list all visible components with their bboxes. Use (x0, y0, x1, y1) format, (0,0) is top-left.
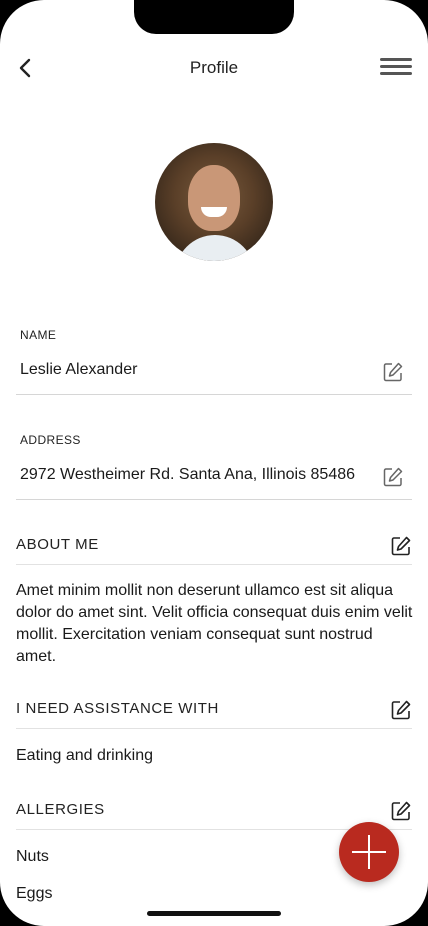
address-field[interactable]: ADDRESS 2972 Westheimer Rd. Santa Ana, I… (16, 425, 412, 500)
allergy-item: Nuts (16, 848, 49, 865)
edit-about-icon[interactable] (390, 535, 412, 557)
allergies-title: ALLERGIES (16, 801, 105, 818)
avatar[interactable] (155, 143, 273, 261)
hamburger-menu-icon (380, 58, 412, 61)
about-me-text: Amet minim mollit non deserunt ullamco e… (16, 582, 413, 665)
assistance-title: I NEED ASSISTANCE WITH (16, 700, 219, 717)
device-notch (134, 0, 294, 34)
menu-button[interactable] (380, 58, 412, 78)
assistance-item: Eating and drinking (16, 747, 153, 764)
phone-screen: Profile NAME Leslie Alexander ADDRESS 29… (0, 0, 428, 926)
name-value: Leslie Alexander (20, 361, 138, 378)
about-me-title: ABOUT ME (16, 536, 99, 553)
home-indicator (147, 911, 281, 916)
name-field[interactable]: NAME Leslie Alexander (16, 320, 412, 395)
address-label: ADDRESS (20, 433, 81, 447)
page-title: Profile (189, 58, 239, 77)
name-label: NAME (20, 328, 57, 342)
add-button[interactable] (339, 822, 399, 882)
edit-assistance-icon[interactable] (390, 699, 412, 721)
about-divider (16, 564, 412, 565)
edit-allergies-icon[interactable] (390, 800, 412, 822)
app-header: Profile (0, 48, 428, 88)
edit-name-icon[interactable] (382, 361, 404, 383)
address-value: 2972 Westheimer Rd. Santa Ana, Illinois … (20, 466, 356, 483)
edit-address-icon[interactable] (382, 466, 404, 488)
assistance-divider (16, 728, 412, 729)
allergy-item: Eggs (16, 885, 53, 902)
